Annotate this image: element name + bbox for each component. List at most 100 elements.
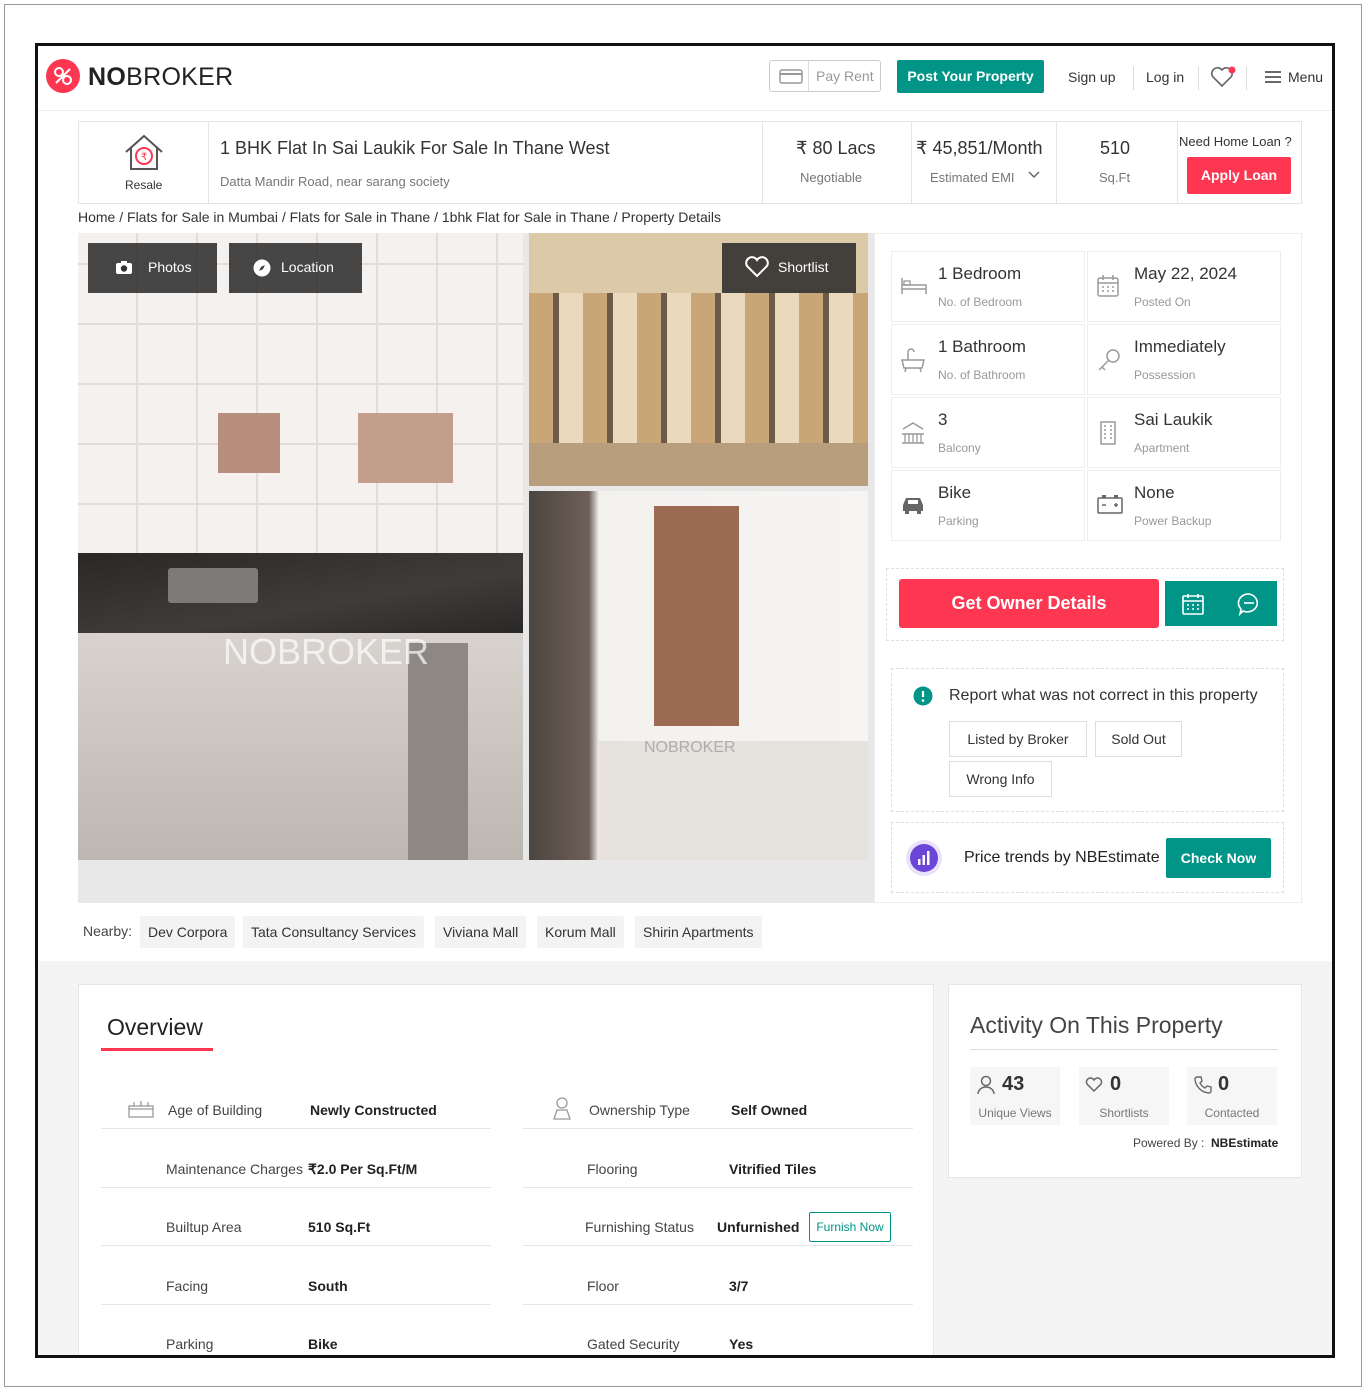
kitchen-photo[interactable]: NOBROKER xyxy=(78,233,523,860)
kitchen-counter xyxy=(78,553,523,633)
room-floor xyxy=(599,741,868,860)
hamburger-menu-icon[interactable] xyxy=(1265,71,1281,83)
pay-rent-divider xyxy=(808,61,809,91)
listing-summary-bar: ₹ Resale 1 BHK Flat In Sai Laukik For Sa… xyxy=(78,121,1302,204)
sign-up-link[interactable]: Sign up xyxy=(1068,69,1115,85)
report-wrong-info[interactable]: Wrong Info xyxy=(949,761,1052,797)
log-in-link[interactable]: Log in xyxy=(1146,69,1184,85)
area-value: 510 xyxy=(1100,138,1131,158)
house-rupee-icon: ₹ xyxy=(122,132,166,172)
apartment-value: Sai Laukik xyxy=(1134,410,1213,429)
report-listed-by-broker[interactable]: Listed by Broker xyxy=(949,721,1087,757)
row-divider xyxy=(101,1128,491,1129)
unique-views-label: Unique Views xyxy=(978,1106,1052,1120)
posted-on-label: Posted On xyxy=(1134,295,1191,309)
battery-icon xyxy=(1096,493,1123,519)
heart-icon[interactable] xyxy=(1210,65,1236,89)
menu-link[interactable]: Menu xyxy=(1288,69,1323,85)
overview-value: 3/7 xyxy=(729,1278,749,1294)
unique-views-stat: 43 Unique Views xyxy=(970,1067,1060,1125)
bathroom-value: 1 Bathroom xyxy=(938,337,1026,356)
person-key-icon xyxy=(549,1096,575,1122)
phone-icon xyxy=(1193,1075,1213,1095)
overview-value: 510 Sq.Ft xyxy=(308,1219,371,1235)
overview-label: Parking xyxy=(166,1336,214,1352)
check-now-button[interactable]: Check Now xyxy=(1166,838,1271,878)
overview-value: ₹2.0 Per Sq.Ft/M xyxy=(308,1161,418,1177)
overview-label: Flooring xyxy=(587,1161,638,1177)
nearby-bar: Nearby: Dev Corpora Tata Consultancy Ser… xyxy=(78,913,873,953)
emi-label: Estimated EMI xyxy=(930,170,1015,185)
shortlists-stat: 0 Shortlists xyxy=(1079,1067,1169,1125)
price-negotiable: Negotiable xyxy=(800,170,863,185)
report-sold-out[interactable]: Sold Out xyxy=(1095,721,1182,757)
nearby-place-chip[interactable]: Shirin Apartments xyxy=(635,916,762,948)
location-label: Location xyxy=(281,259,334,275)
bathtub-icon xyxy=(900,347,926,373)
furnish-now-button[interactable]: Furnish Now xyxy=(809,1212,891,1242)
overview-value: Newly Constructed xyxy=(310,1102,437,1118)
row-divider xyxy=(101,1245,491,1246)
building-age-icon xyxy=(127,1099,155,1119)
schedule-visit-button[interactable] xyxy=(1165,581,1221,626)
overview-value: South xyxy=(308,1278,348,1294)
calendar-icon xyxy=(1096,274,1122,300)
resale-label: Resale xyxy=(125,178,163,192)
nearby-place-chip[interactable]: Tata Consultancy Services xyxy=(243,916,424,948)
calendar-icon xyxy=(1182,593,1204,615)
bedroom-value: 1 Bedroom xyxy=(938,264,1022,283)
building-bottom xyxy=(529,443,868,486)
overview-label: Facing xyxy=(166,1278,209,1294)
building-icon xyxy=(1096,420,1122,446)
listing-address: Datta Mandir Road, near sarang society xyxy=(220,174,450,189)
overview-title: Overview xyxy=(107,1014,203,1040)
nobroker-logo-icon[interactable] xyxy=(46,59,80,93)
overview-value: Yes xyxy=(729,1336,754,1352)
room-photo[interactable]: NOBROKER xyxy=(529,491,868,860)
breadcrumb[interactable]: Home / Flats for Sale in Mumbai / Flats … xyxy=(78,209,721,225)
overview-label: Builtup Area xyxy=(166,1219,242,1235)
decor-tile xyxy=(218,413,280,473)
parking-label: Parking xyxy=(938,514,979,528)
shortlists-label: Shortlists xyxy=(1099,1106,1149,1120)
emi-cell[interactable]: ₹ 45,851/Month Estimated EMI xyxy=(911,122,1057,203)
row-divider xyxy=(101,1187,491,1188)
apply-loan-button[interactable]: Apply Loan xyxy=(1187,157,1291,194)
detail-balcony: 3 Balcony xyxy=(891,397,1085,468)
detail-possession: Immediately Possession xyxy=(1087,324,1281,395)
nearby-place-chip[interactable]: Viviana Mall xyxy=(435,916,527,948)
resale-cell: ₹ Resale xyxy=(79,122,209,203)
shortlist-button[interactable]: Shortlist xyxy=(722,243,856,293)
overview-value: Self Owned xyxy=(731,1102,808,1118)
pay-rent-button[interactable]: Pay Rent xyxy=(769,60,881,92)
photos-button[interactable]: Photos xyxy=(88,243,217,293)
apartment-label: Apartment xyxy=(1134,441,1190,455)
nearby-place-chip[interactable]: Korum Mall xyxy=(537,916,624,948)
nav-divider xyxy=(1133,66,1134,90)
posted-on-value: May 22, 2024 xyxy=(1134,264,1238,283)
row-divider xyxy=(101,1304,491,1305)
brand-prefix: NO xyxy=(88,63,127,91)
overview-label: Age of Building xyxy=(168,1102,263,1118)
location-button[interactable]: Location xyxy=(229,243,362,293)
bathroom-label: No. of Bathroom xyxy=(938,368,1026,382)
post-property-button[interactable]: Post Your Property xyxy=(897,60,1044,93)
detail-bathroom: 1 Bathroom No. of Bathroom xyxy=(891,324,1085,395)
contacted-count: 0 xyxy=(1218,1073,1230,1095)
pay-rent-label: Pay Rent xyxy=(816,68,874,84)
nav-divider xyxy=(1198,66,1199,90)
heart-outline-icon xyxy=(1085,1077,1103,1093)
balcony-icon xyxy=(900,420,926,446)
chat-button[interactable] xyxy=(1221,581,1277,626)
doorway xyxy=(654,506,739,726)
listing-title: 1 BHK Flat In Sai Laukik For Sale In Tha… xyxy=(220,138,610,158)
svg-text:₹: ₹ xyxy=(141,152,147,163)
overview-title-underline xyxy=(101,1048,213,1051)
chevron-down-icon[interactable] xyxy=(1028,170,1040,180)
nearby-place-chip[interactable]: Dev Corpora xyxy=(140,916,236,948)
shortlists-count: 0 xyxy=(1110,1073,1122,1095)
get-owner-details-button[interactable]: Get Owner Details xyxy=(899,579,1159,628)
brand-logo-text[interactable]: NOBROKER xyxy=(88,63,234,92)
possession-value: Immediately xyxy=(1134,337,1226,356)
powered-by-label: Powered By : xyxy=(1133,1136,1205,1150)
